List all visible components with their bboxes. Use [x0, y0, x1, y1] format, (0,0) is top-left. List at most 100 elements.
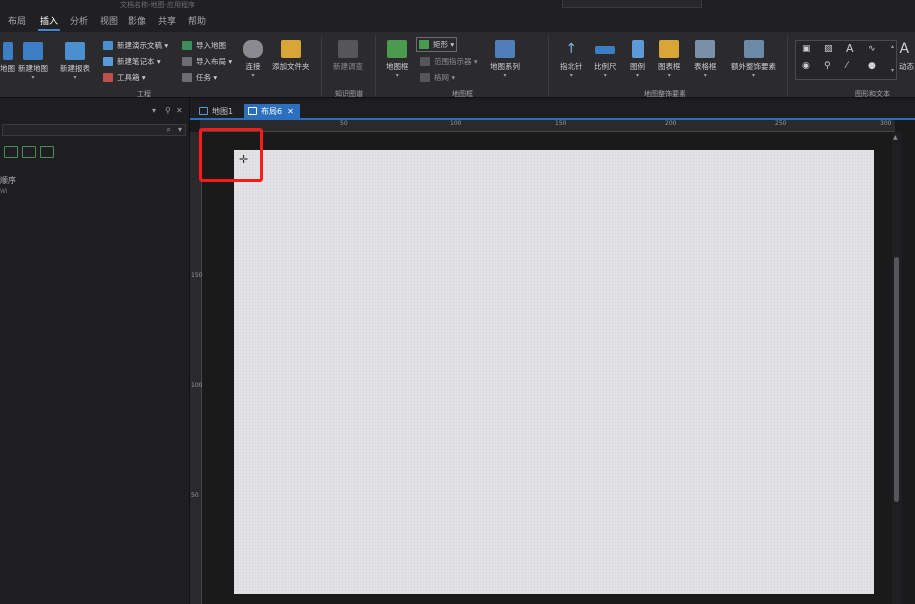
menu-analysis[interactable]: 分析: [70, 15, 88, 29]
ribbon-separator: [548, 36, 549, 96]
layout-view[interactable]: 50 100 150 200 250 300 150 100 50 ✛ ▲: [190, 120, 915, 604]
shape-rectangle-dropdown[interactable]: 矩形 ▾: [416, 37, 458, 52]
menu-share[interactable]: 共享: [158, 15, 176, 29]
new-map-icon: [23, 42, 43, 60]
pin-icon[interactable]: ⚲: [165, 106, 171, 115]
presentation-icon: [103, 41, 113, 50]
tab-map1[interactable]: 地图1: [195, 104, 239, 118]
chevron-down-icon: ▾: [667, 72, 671, 79]
pane-header: ▾ ⚲ ✕: [0, 106, 190, 118]
polyline-tool-icon[interactable]: ⁄: [846, 61, 848, 71]
search-input[interactable]: ⌕ ▾: [2, 124, 186, 136]
rectangle-icon: [419, 40, 429, 49]
chart-frame-icon: [659, 40, 680, 58]
new-map-partial-button[interactable]: 地图: [0, 42, 15, 74]
import-layout-button[interactable]: 导入布局 ▾: [182, 56, 232, 67]
close-icon[interactable]: ✕: [287, 107, 294, 116]
chevron-down-icon: ▾: [635, 72, 639, 79]
map-series-button[interactable]: 地图系列 ▾: [490, 40, 520, 79]
scroll-up-icon[interactable]: ▲: [893, 134, 898, 141]
document-tabs: 地图1 布局6 ✕: [190, 100, 915, 118]
table-frame-icon: [695, 40, 716, 58]
title-bar: 文档名称-地图-应用程序: [0, 0, 915, 12]
tab-layout6[interactable]: 布局6 ✕: [244, 104, 300, 118]
add-folder-button[interactable]: 添加文件夹: [272, 40, 310, 72]
chevron-down-icon: ▾: [503, 72, 507, 79]
close-icon[interactable]: ✕: [176, 106, 183, 115]
layout-tab-icon: [248, 107, 257, 115]
chevron-down-icon: ▾: [73, 74, 77, 81]
dynamic-text-button[interactable]: A 动态: [899, 40, 914, 72]
chevron-down-icon[interactable]: ▾: [178, 125, 182, 134]
extra-surround-button[interactable]: 额外整饰要素 ▾: [731, 40, 776, 79]
marker-tool-icon[interactable]: ◉: [802, 61, 810, 71]
map-icon: [2, 42, 13, 60]
vertical-scrollbar[interactable]: ▲: [892, 132, 902, 604]
highlight-annotation-box: [199, 128, 263, 182]
drawing-order-label: 顺序: [0, 176, 16, 185]
pane-menu-icon[interactable]: ▾: [152, 106, 156, 115]
dynamic-text-icon: A: [899, 41, 910, 57]
chevron-down-icon: ▾: [603, 72, 607, 79]
north-arrow-button[interactable]: ↑ 指北针 ▾: [560, 40, 583, 79]
active-menu-indicator: [38, 29, 60, 31]
chevron-down-icon: ▾: [703, 72, 707, 79]
new-investigation-button[interactable]: 新建调查: [333, 40, 363, 72]
pin-tool-icon[interactable]: ⚲: [824, 61, 831, 71]
vertical-ruler: 150 100 50: [190, 132, 202, 604]
task-button[interactable]: 任务 ▾: [182, 72, 217, 83]
chevron-down-icon: ▾: [569, 72, 573, 79]
text-tool-icon[interactable]: ▣: [802, 44, 811, 54]
legend-icon: [631, 40, 644, 58]
image-tool-icon[interactable]: ▨: [824, 44, 833, 54]
chevron-down-icon: ▾: [395, 72, 399, 79]
window-title: 文档名称-地图-应用程序: [120, 1, 196, 9]
ribbon-separator: [787, 36, 788, 96]
extent-indicator-icon: [420, 57, 430, 66]
list-by-source-icon[interactable]: [22, 146, 36, 158]
scale-bar-icon: [595, 46, 616, 54]
task-icon: [182, 73, 192, 82]
map-series-icon: [495, 40, 515, 58]
ribbon-separator: [321, 36, 322, 96]
curve-tool-icon[interactable]: ∿: [868, 44, 876, 54]
connect-button[interactable]: 连接 ▾: [243, 40, 263, 79]
table-frame-button[interactable]: 表格框 ▾: [694, 40, 717, 79]
grid-button[interactable]: 格网 ▾: [420, 72, 455, 83]
scrollbar-thumb[interactable]: [894, 257, 899, 502]
pane-subtext: Wi: [0, 188, 8, 195]
pane-toolbar: [4, 146, 54, 158]
graphics-gallery[interactable]: ▣ ▨ A ∿ ◉ ⚲ ⁄ ● ▴ ▾: [795, 40, 897, 80]
menu-imagery[interactable]: 影像: [128, 15, 146, 29]
menu-view[interactable]: 视图: [100, 15, 118, 29]
ruler-label: 250: [775, 120, 787, 127]
list-by-drawing-order-icon[interactable]: [4, 146, 18, 158]
menu-insert[interactable]: 插入: [40, 15, 58, 29]
new-presentation-button[interactable]: 新建演示文稿 ▾: [103, 40, 168, 51]
command-search-box[interactable]: [562, 0, 702, 8]
text-a-icon[interactable]: A: [846, 42, 854, 55]
new-notebook-button[interactable]: 新建笔记本 ▾: [103, 56, 161, 67]
ruler-label: 50: [340, 120, 348, 127]
list-by-selection-icon[interactable]: [40, 146, 54, 158]
new-map-button[interactable]: 新建地图 ▾: [18, 42, 48, 81]
new-report-button[interactable]: 新建报表 ▾: [60, 42, 90, 81]
menu-layout[interactable]: 布局: [8, 15, 26, 29]
legend-button[interactable]: 图例 ▾: [630, 40, 645, 79]
ruler-label: 100: [450, 120, 462, 127]
menu-help[interactable]: 帮助: [188, 15, 206, 29]
report-icon: [65, 42, 85, 60]
layout-page[interactable]: [234, 150, 874, 594]
gallery-expand-icon[interactable]: ▾: [891, 67, 894, 74]
scale-bar-button[interactable]: 比例尺 ▾: [594, 40, 617, 79]
import-map-icon: [182, 41, 192, 50]
point-tool-icon[interactable]: ●: [868, 61, 876, 71]
investigation-icon: [338, 40, 358, 58]
ruler-label: 100: [191, 382, 203, 389]
gallery-scroll-icon[interactable]: ▴: [891, 43, 894, 50]
import-map-button[interactable]: 导入地图: [182, 40, 226, 51]
toolbox-button[interactable]: 工具箱 ▾: [103, 72, 146, 83]
extent-indicator-button[interactable]: 范围指示器 ▾: [420, 56, 478, 67]
chart-frame-button[interactable]: 图表框 ▾: [658, 40, 681, 79]
map-frame-button[interactable]: 地图框 ▾: [386, 40, 409, 79]
